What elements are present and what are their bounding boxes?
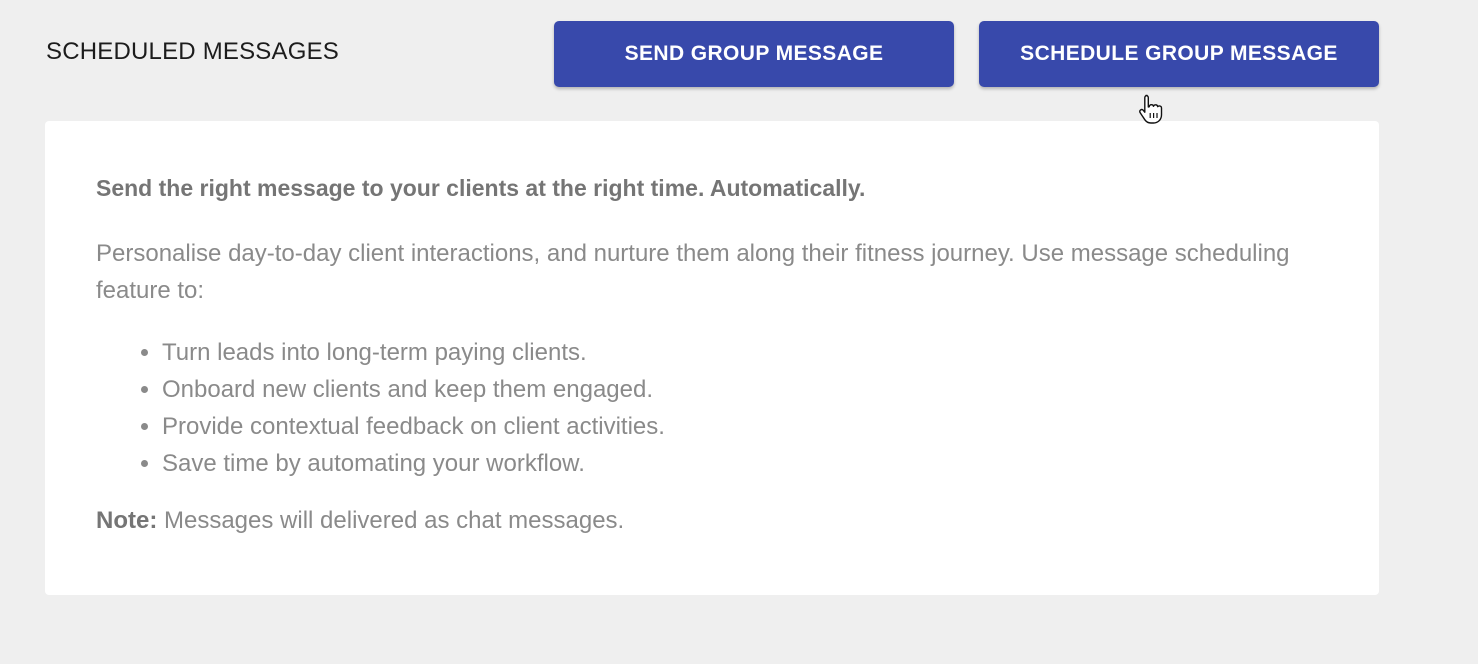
schedule-group-message-button[interactable]: SCHEDULE GROUP MESSAGE	[979, 21, 1379, 87]
send-group-message-button[interactable]: SEND GROUP MESSAGE	[554, 21, 954, 87]
note-text: Messages will delivered as chat messages…	[157, 507, 625, 534]
info-card-intro: Personalise day-to-day client interactio…	[96, 240, 1290, 304]
scheduled-messages-info-card: Send the right message to your clients a…	[45, 121, 1379, 595]
info-card-heading: Send the right message to your clients a…	[96, 175, 866, 201]
feature-list: Turn leads into long-term paying clients…	[96, 334, 665, 482]
feature-list-item: Onboard new clients and keep them engage…	[162, 371, 665, 408]
delivery-note: Note: Messages will delivered as chat me…	[96, 507, 624, 535]
page-title: SCHEDULED MESSAGES	[46, 38, 340, 65]
feature-list-item: Provide contextual feedback on client ac…	[162, 408, 665, 445]
schedule-group-message-label: SCHEDULE GROUP MESSAGE	[1020, 42, 1338, 65]
feature-list-item: Save time by automating your workflow.	[162, 445, 665, 482]
send-group-message-label: SEND GROUP MESSAGE	[624, 42, 884, 65]
feature-list-item: Turn leads into long-term paying clients…	[162, 334, 665, 371]
note-label: Note:	[96, 507, 158, 534]
